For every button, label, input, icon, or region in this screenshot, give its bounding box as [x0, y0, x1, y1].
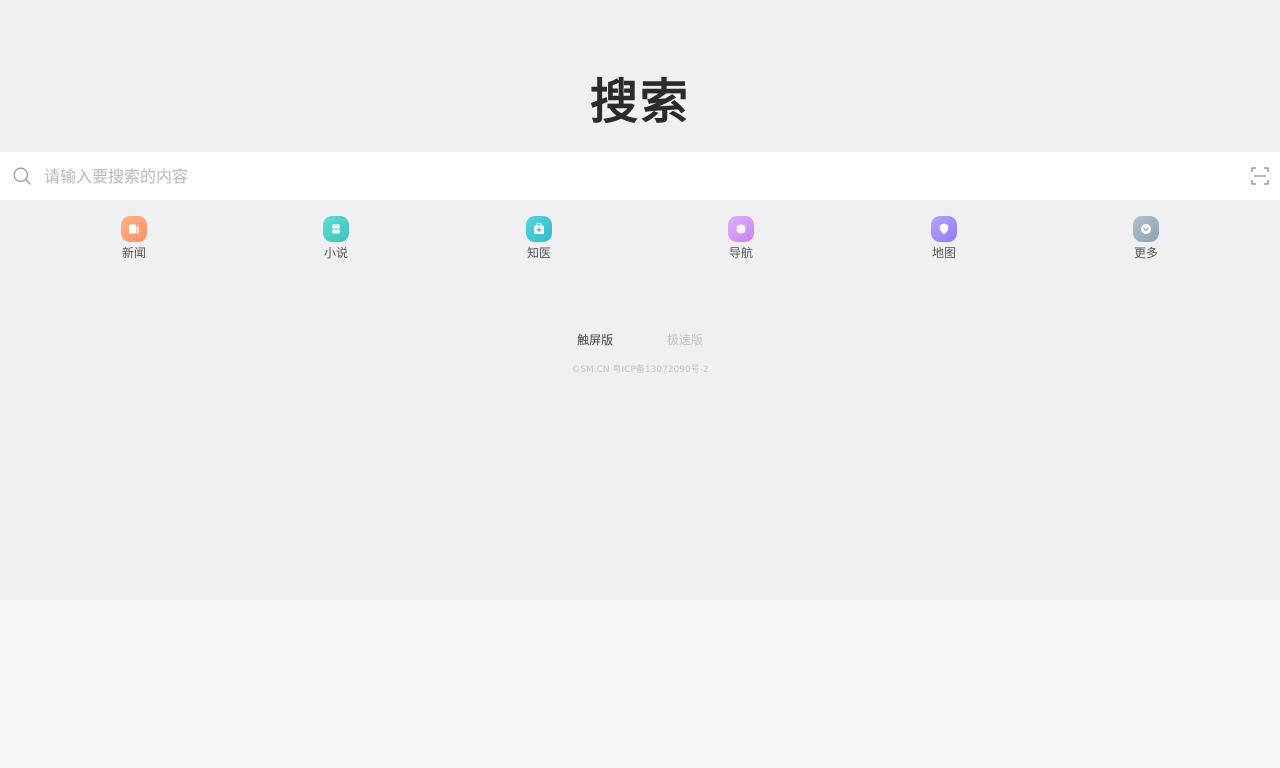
quick-link-navigation[interactable]: 导航 [701, 216, 781, 261]
quick-link-news[interactable]: 新闻 [94, 216, 174, 261]
copyright-text: ©SM.CN 粤ICP备13072090号-2 [571, 365, 709, 375]
quick-link-label: 小说 [323, 246, 348, 260]
navigation-icon [728, 216, 754, 242]
medical-kit-icon [526, 216, 552, 242]
quick-link-label: 新闻 [121, 246, 146, 260]
touch-version-link[interactable]: 触屏版 [577, 332, 613, 348]
search-bar [0, 152, 1280, 200]
lite-version-link[interactable]: 极速版 [667, 332, 703, 348]
page: 搜索 请输入要搜索的内容 新闻 小说 知医 导航 地图 更多 触屏版 极速版 ©… [0, 0, 1280, 768]
novel-icon [323, 216, 349, 242]
map-pin-icon [931, 216, 957, 242]
quick-link-label: 地图 [931, 246, 956, 260]
top-area: 搜索 请输入要搜索的内容 新闻 小说 知医 导航 地图 更多 触屏版 极速版 ©… [0, 0, 1280, 600]
quick-link-label: 导航 [728, 246, 753, 260]
search-icon [13, 167, 31, 185]
more-chevron-icon [1133, 216, 1159, 242]
logo-title: 搜索 [589, 74, 690, 130]
quick-link-map[interactable]: 地图 [904, 216, 984, 261]
quick-links: 新闻 小说 知医 导航 地图 更多 [0, 216, 1280, 266]
quick-link-label: 更多 [1133, 246, 1158, 260]
news-icon [121, 216, 147, 242]
scan-icon[interactable] [1251, 167, 1269, 185]
quick-link-more[interactable]: 更多 [1106, 216, 1186, 261]
quick-link-medical[interactable]: 知医 [499, 216, 579, 261]
search-input[interactable] [44, 152, 1234, 200]
quick-link-label: 知医 [526, 246, 551, 260]
version-switcher: 触屏版 极速版 [0, 332, 1280, 348]
quick-link-novel[interactable]: 小说 [296, 216, 376, 261]
